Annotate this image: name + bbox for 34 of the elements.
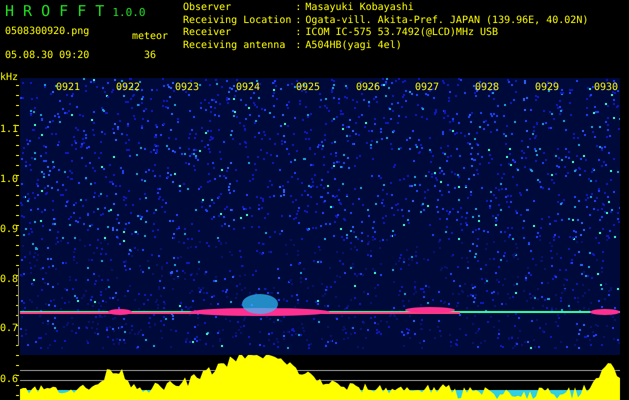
app-title: H R O F F T xyxy=(5,3,104,20)
info-value: Masayuki Kobayashi xyxy=(305,2,414,13)
info-label: Observer xyxy=(183,2,232,13)
version-label: 1.0.0 xyxy=(112,7,146,20)
meteor-count: 36 xyxy=(142,50,158,62)
time-label: 0924 xyxy=(236,82,260,94)
info-value: A504HB(yagi 4el) xyxy=(305,40,402,50)
date-time: 05.08.30 09:20 xyxy=(5,50,90,62)
time-label: 0929 xyxy=(535,82,560,94)
info-label: Receiving Location xyxy=(183,14,292,26)
time-label: 0927 xyxy=(415,82,440,94)
info-label: Receiver xyxy=(183,27,232,38)
frequency-label: 0.9 xyxy=(0,224,18,236)
frequency-label: 1.0 xyxy=(0,174,18,186)
time-label: 0928 xyxy=(475,82,500,94)
info-label: Receiving antenna xyxy=(183,40,286,50)
time-label: 0926 xyxy=(356,82,380,94)
time-label: 0930 xyxy=(594,82,618,94)
frequency-label: 1.1 xyxy=(0,124,18,136)
time-label: 0925 xyxy=(296,82,320,94)
frequency-label: 0.8 xyxy=(0,274,18,286)
separator: : xyxy=(295,2,302,13)
frequency-label: 0.6 xyxy=(0,374,18,386)
unit-label: kHz xyxy=(0,72,18,84)
time-label: 0923 xyxy=(175,82,200,94)
frequency-label: 0.7 xyxy=(0,323,18,335)
separator: : xyxy=(295,14,302,26)
time-label: 0921 xyxy=(56,82,80,94)
separator: : xyxy=(295,40,302,50)
info-value: Ogata-vill. Akita-Pref. JAPAN (139.96E, 40.02N) xyxy=(305,14,588,26)
separator: : xyxy=(295,27,302,38)
file-name: 0508300920.png xyxy=(5,26,90,39)
meteor-label: meteor xyxy=(130,31,170,44)
info-value: ICOM IC-575 53.7492(@LCD)MHz USB xyxy=(305,27,498,38)
